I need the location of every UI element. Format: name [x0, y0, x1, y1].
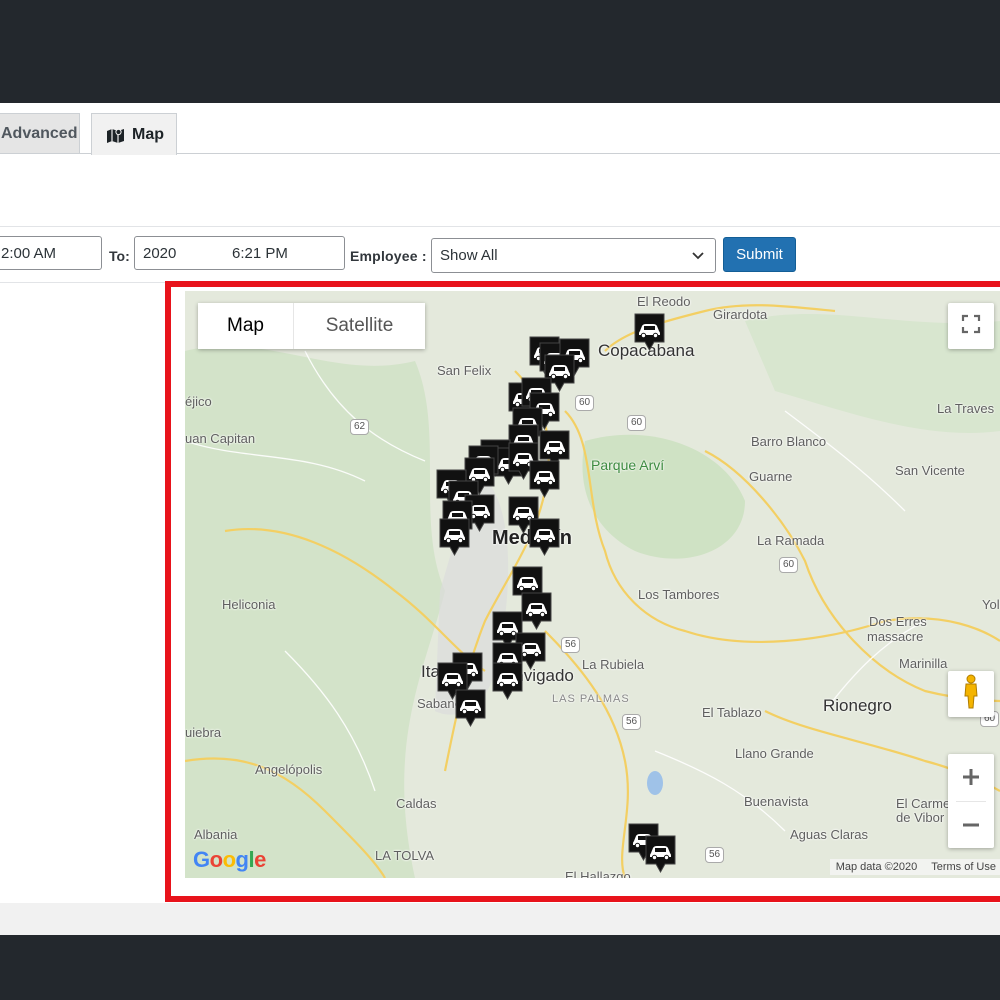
- road-shield: 56: [561, 637, 581, 653]
- map-data-credit: Map data ©2020: [835, 861, 918, 873]
- place-label: La Rubiela: [582, 657, 645, 672]
- google-logo: Google: [193, 847, 266, 872]
- place-label: Yol: [982, 597, 1000, 612]
- place-label: Dos Erres: [869, 614, 927, 629]
- divider: [0, 226, 1000, 227]
- place-label: Los Tambores: [638, 587, 720, 602]
- place-label: LA TOLVA: [375, 848, 435, 863]
- place-label: San Vicente: [895, 463, 965, 478]
- map-type-map-button[interactable]: Map: [198, 303, 294, 349]
- car-marker-icon[interactable]: [438, 517, 471, 557]
- zoom-in-button[interactable]: [948, 754, 994, 801]
- map-view[interactable]: El Reodo Girardota Copacabana San Felix éjic…: [185, 291, 1000, 878]
- place-label: Heliconia: [222, 597, 276, 612]
- pegman-icon: [962, 674, 980, 715]
- footer-strip: [0, 903, 1000, 935]
- fullscreen-icon: [961, 314, 981, 339]
- place-label: El Tablazo: [702, 705, 762, 720]
- place-label: LAS PALMAS: [552, 693, 630, 705]
- submit-button[interactable]: Submit: [723, 237, 796, 272]
- car-marker-icon[interactable]: [633, 312, 666, 352]
- bottom-bar: [0, 935, 1000, 1000]
- car-marker-icon[interactable]: [454, 688, 487, 728]
- map-icon: [106, 127, 125, 143]
- employee-select[interactable]: Show All: [431, 238, 716, 273]
- car-marker-icon[interactable]: [644, 834, 677, 874]
- place-label: San Felix: [437, 363, 492, 378]
- tab-bar: Advanced Map: [0, 103, 1000, 155]
- place-label: Llano Grande: [735, 746, 814, 761]
- tab-map-label: Map: [132, 125, 164, 143]
- car-marker-icon[interactable]: [528, 459, 561, 499]
- place-label: El Reodo: [637, 294, 691, 309]
- to-label: To:: [109, 248, 130, 264]
- map-terrain: [185, 291, 1000, 878]
- place-label: Rionegro: [823, 696, 892, 715]
- to-time-value: 6:21 PM: [232, 244, 288, 262]
- place-label: de Vibor: [896, 810, 945, 825]
- tab-advanced-label: Advanced: [1, 124, 78, 142]
- road-shield: 60: [575, 395, 595, 411]
- map-type-control: Map Satellite: [198, 303, 425, 349]
- place-label: éjico: [185, 394, 212, 409]
- road-shield: 56: [622, 714, 642, 730]
- to-date-value: 2020: [143, 244, 177, 262]
- place-label: La Ramada: [757, 533, 825, 548]
- place-label: El Hallazgo: [565, 869, 631, 878]
- chevron-down-icon: [691, 248, 705, 266]
- place-label: La Traves: [937, 401, 995, 416]
- place-label: uiebra: [185, 725, 222, 740]
- road-shield: 62: [350, 419, 370, 435]
- plus-icon: [963, 769, 979, 786]
- fullscreen-button[interactable]: [948, 303, 994, 349]
- tab-map[interactable]: Map: [91, 113, 177, 155]
- zoom-control: [948, 754, 994, 848]
- place-label: Buenavista: [744, 794, 809, 809]
- map-attribution: Map data ©2020 Terms of Use: [829, 859, 1000, 875]
- employee-label: Employee :: [350, 248, 427, 264]
- place-label: Girardota: [713, 307, 768, 322]
- place-label: Barro Blanco: [751, 434, 827, 449]
- place-label: Angelópolis: [255, 762, 323, 777]
- place-label: Marinilla: [899, 656, 948, 671]
- minus-icon: [963, 823, 979, 827]
- road-shield: 60: [627, 415, 647, 431]
- place-label: El Carme: [896, 796, 951, 811]
- employee-selected-value: Show All: [440, 247, 498, 264]
- map-type-satellite-button[interactable]: Satellite: [294, 303, 425, 349]
- tab-advanced[interactable]: Advanced: [0, 113, 80, 153]
- car-marker-icon[interactable]: [491, 661, 524, 701]
- street-view-pegman-button[interactable]: [948, 671, 994, 717]
- place-label: Caldas: [396, 796, 437, 811]
- from-time-value: 2:00 AM: [1, 244, 57, 262]
- place-label: Guarne: [749, 469, 793, 484]
- from-time-input[interactable]: 2:00 AM: [0, 236, 102, 270]
- place-label: Parque Arví: [591, 457, 665, 473]
- car-marker-icon[interactable]: [520, 591, 553, 631]
- road-shield: 56: [705, 847, 725, 863]
- zoom-out-button[interactable]: [948, 801, 994, 848]
- terms-of-use-link[interactable]: Terms of Use: [931, 861, 996, 873]
- place-label: uan Capitan: [185, 431, 256, 446]
- place-label: Albania: [194, 827, 238, 842]
- admin-top-bar: [0, 0, 1000, 103]
- place-label: massacre: [867, 629, 924, 644]
- to-datetime-input[interactable]: 2020 6:21 PM: [134, 236, 345, 270]
- car-marker-icon[interactable]: [528, 517, 561, 557]
- place-label: Aguas Claras: [790, 827, 869, 842]
- road-shield: 60: [779, 557, 799, 573]
